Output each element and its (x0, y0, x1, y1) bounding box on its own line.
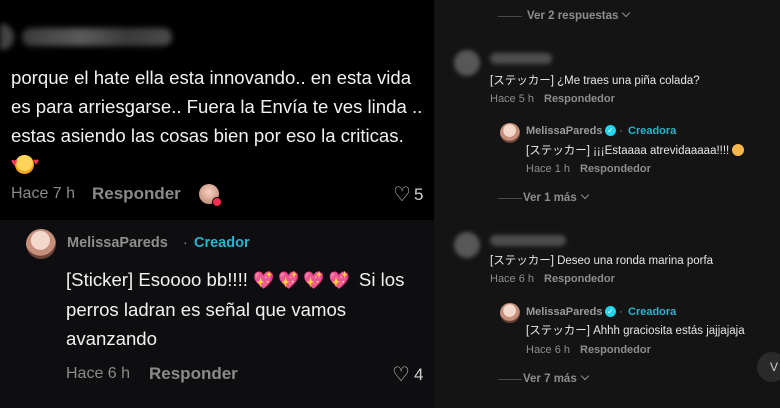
reply-button[interactable]: Respondedor (580, 344, 651, 356)
right-comment-panel: Ver 2 respuestas [ステッカー] ¿Me traes una p… (434, 0, 780, 408)
creator-badge: Creadora (628, 306, 677, 318)
reply-time: Hace 1 h (526, 163, 571, 175)
separator: · (619, 125, 623, 137)
separator: · (619, 306, 623, 318)
comment-text: porque el hate ella esta innovando.. en … (11, 63, 423, 179)
reply-author[interactable]: MelissaPareds (526, 306, 602, 318)
reply-time: Hace 6 h (526, 344, 571, 356)
reply-text: [ステッカー] ¡¡¡Estaaaa atrevidaaaaa!!!! (526, 142, 745, 158)
blurred-username (22, 28, 172, 46)
comment-time: Hace 6 h (490, 273, 535, 285)
blurred-avatar (0, 24, 14, 50)
chevron-down-icon (580, 190, 589, 200)
like-heart-icon[interactable]: ♡ (393, 182, 411, 207)
separator: · (183, 234, 188, 250)
avatar[interactable] (26, 229, 56, 259)
chevron-down-icon (580, 371, 589, 381)
creator-badge: Creador (194, 235, 250, 251)
verified-check-icon: ✓ (605, 125, 616, 136)
like-count: 4 (414, 365, 424, 384)
reply-text: [ステッカー] Ahhh graciosita estás jajjajaja (526, 325, 745, 337)
reply-button[interactable]: Responder (92, 184, 181, 204)
divider (498, 379, 522, 380)
comment-text: [ステッカー] Deseo una ronda marina porfa (490, 255, 714, 267)
reply-text: [Sticker] Esoooo bb!!!! 💖💖💖💖 Si los perr… (66, 269, 405, 349)
reply-author[interactable]: MelissaPareds (526, 125, 602, 137)
creator-heart-icon (212, 197, 222, 207)
comment-time: Hace 5 h (490, 93, 535, 105)
avatar[interactable] (500, 123, 520, 143)
reply-button[interactable]: Responder (149, 364, 238, 384)
blurred-avatar (454, 50, 480, 76)
reply-button[interactable]: Respondedor (580, 163, 651, 175)
comment-time: Hace 7 h (11, 185, 76, 202)
avatar[interactable] (500, 303, 520, 323)
reply-button[interactable]: Respondedor (544, 93, 615, 105)
corner-label: V (770, 360, 779, 374)
divider (498, 16, 522, 17)
left-comment-panel: porque el hate ella esta innovando.. en … (0, 0, 434, 408)
divider (498, 198, 522, 199)
blurred-username (490, 235, 566, 246)
comment-text: [ステッカー] ¿Me traes una piña colada? (490, 75, 700, 87)
reply-time: Hace 6 h (66, 365, 131, 382)
sparkling-hearts-icon: 💖💖💖💖 (253, 271, 354, 290)
view-more-button[interactable]: Ver 7 más (523, 371, 589, 385)
blurred-avatar (454, 232, 480, 258)
creator-badge: Creadora (628, 125, 677, 137)
like-heart-icon[interactable]: ♡ (392, 362, 410, 387)
smile-emoji-icon (732, 144, 745, 156)
view-more-button[interactable]: Ver 1 más (523, 190, 589, 204)
like-count: 5 (414, 185, 424, 204)
verified-check-icon: ✓ (605, 306, 616, 317)
view-replies-button[interactable]: Ver 2 respuestas (527, 8, 631, 22)
reply-button[interactable]: Respondedor (544, 273, 615, 285)
reply-author[interactable]: MelissaPareds (67, 235, 168, 251)
smiling-face-with-hearts-icon (11, 148, 39, 178)
blurred-username (490, 53, 552, 64)
chevron-down-icon (622, 8, 631, 18)
